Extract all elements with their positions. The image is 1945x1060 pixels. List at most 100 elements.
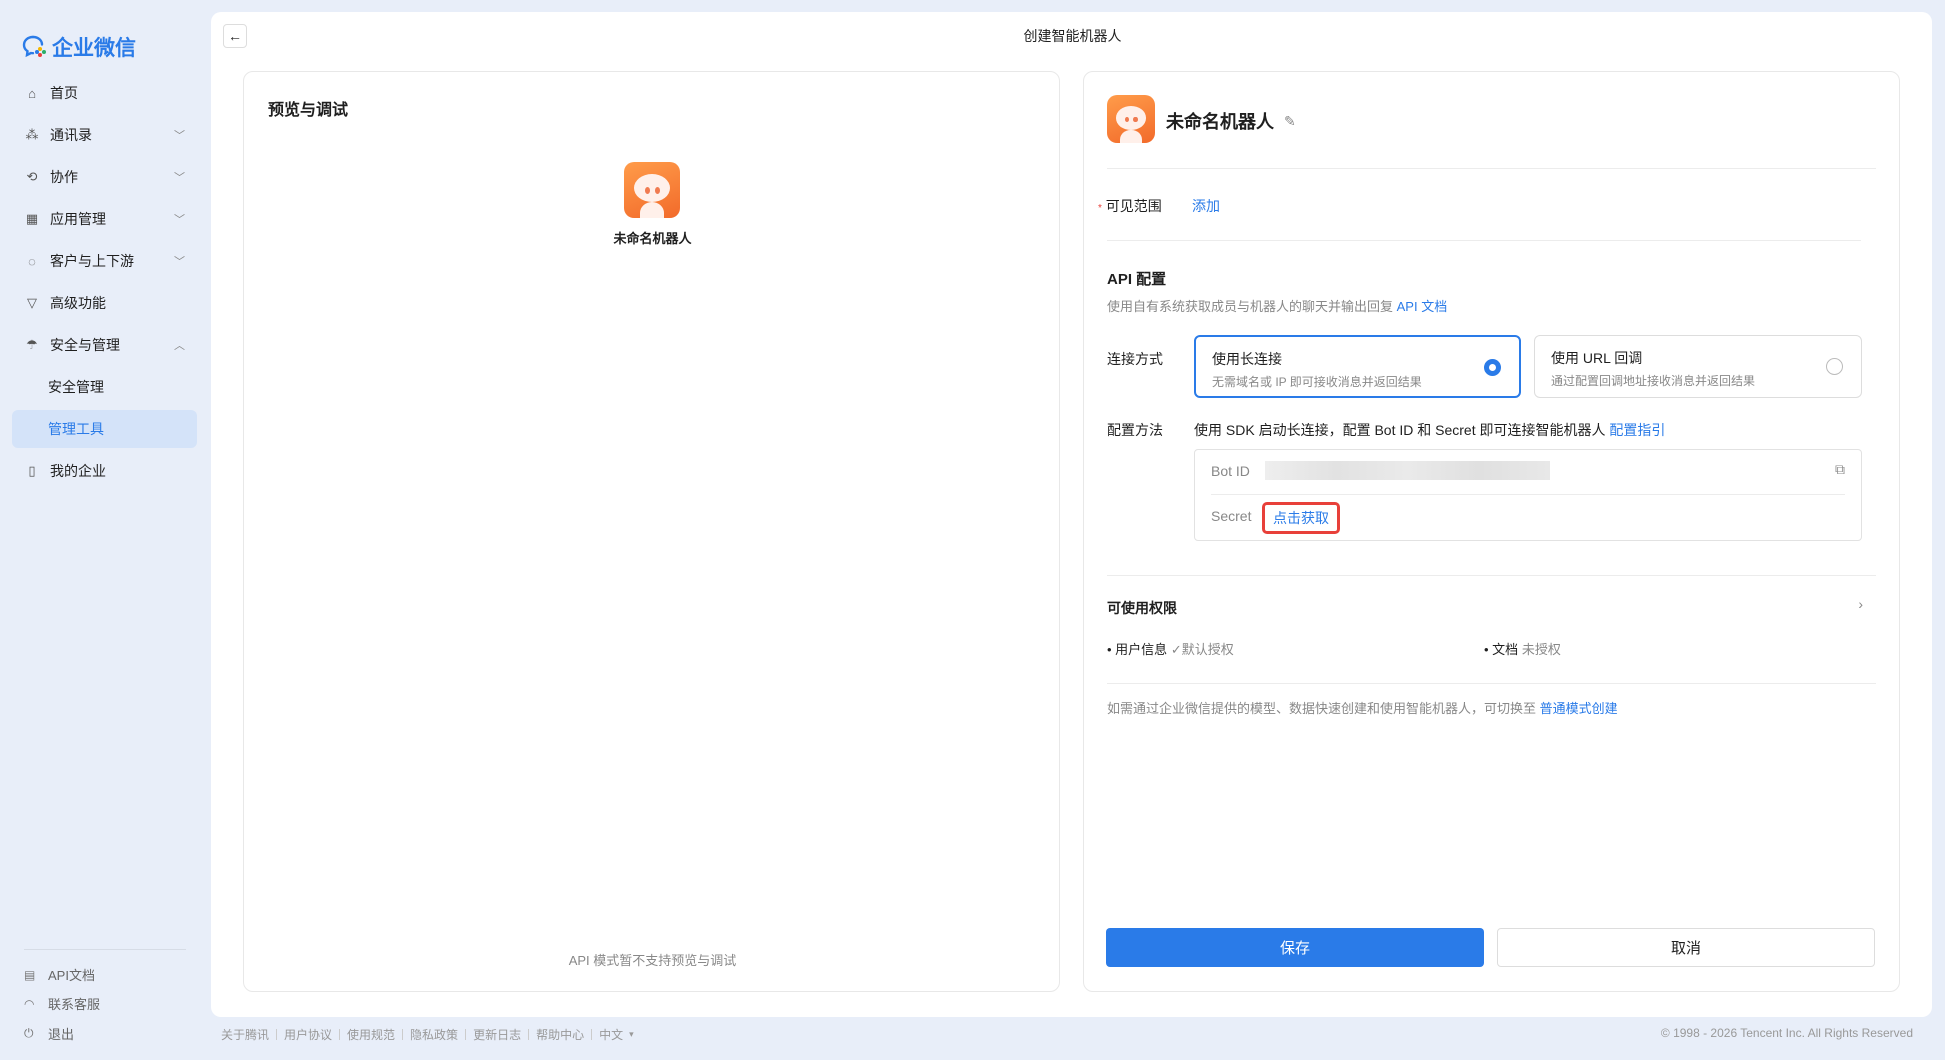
sidebar-item-label: 协作 [50, 169, 78, 185]
radio-selected[interactable] [1484, 359, 1501, 376]
chevron-right-icon[interactable]: › [1858, 596, 1863, 612]
footer-link[interactable]: 隐私政策 [410, 1026, 458, 1043]
option-title: 使用 URL 回调 [1551, 350, 1643, 366]
page-title: 创建智能机器人 [1023, 28, 1122, 44]
robot-avatar [624, 162, 680, 218]
sidebar-item-label: 管理工具 [48, 421, 104, 437]
sidebar-item-label: 安全管理 [48, 379, 104, 395]
building-icon: ▯ [28, 463, 36, 478]
power-icon: ⏻ [24, 1026, 34, 1040]
sidebar-divider [24, 949, 186, 950]
advanced-icon: ▽ [27, 295, 37, 310]
option-desc: 通过配置回调地址接收消息并返回结果 [1551, 374, 1756, 388]
sidebar-item-label: 客户与上下游 [50, 253, 134, 269]
chevron-down-icon: ﹀ [174, 172, 185, 184]
cancel-button[interactable]: 取消 [1497, 928, 1875, 967]
preview-title: 预览与调试 [268, 102, 349, 119]
option-long-connection[interactable]: 使用长连接 无需域名或 IP 即可接收消息并返回结果 [1194, 335, 1521, 398]
visibility-add-link[interactable]: 添加 [1192, 196, 1220, 216]
permission-name: 用户信息 [1115, 642, 1168, 657]
secret-label: Secret [1211, 508, 1252, 524]
label: 联系客服 [48, 997, 101, 1012]
bot-name: 未命名机器人 [1166, 112, 1274, 132]
copy-icon[interactable]: ⧉ [1835, 461, 1845, 478]
divider [1107, 240, 1861, 241]
divider [1107, 575, 1876, 576]
sidebar-item-security-manage[interactable]: 安全管理 [12, 368, 197, 406]
radio-unselected[interactable] [1826, 358, 1843, 375]
bot-id-value-blurred [1265, 461, 1550, 480]
option-url-callback[interactable]: 使用 URL 回调 通过配置回调地址接收消息并返回结果 [1534, 335, 1862, 398]
chat-icon: ◌ [28, 253, 36, 269]
footer-link[interactable]: 更新日志 [473, 1026, 521, 1043]
footer-link[interactable]: 帮助中心 [536, 1026, 584, 1043]
footer-link[interactable]: 用户协议 [284, 1026, 332, 1043]
visibility-label: 可见范围 [1105, 198, 1162, 214]
preview-notice: API 模式暂不支持预览与调试 [568, 953, 737, 968]
language-select[interactable]: 中文 [599, 1026, 623, 1043]
divider [1211, 494, 1845, 495]
permission-status: 未授权 [1521, 642, 1561, 657]
option-desc: 无需域名或 IP 即可接收消息并返回结果 [1212, 375, 1422, 389]
mode-note: 如需通过企业微信提供的模型、数据快速创建和使用智能机器人，可切换至 [1107, 701, 1537, 716]
label: 退出 [48, 1027, 75, 1042]
edit-icon[interactable]: ✎ [1284, 113, 1296, 130]
chevron-down-icon: ▾ [629, 1029, 634, 1039]
preview-bot-name: 未命名机器人 [613, 231, 692, 246]
collab-icon: ⟲ [26, 169, 38, 184]
sidebar-item-label: 通讯录 [50, 127, 92, 143]
api-docs-link[interactable]: API 文档 [1397, 299, 1448, 314]
permission-status: ✓默认授权 [1170, 642, 1234, 657]
footer-links: 关于腾讯 用户协议 使用规范 隐私政策 更新日志 帮助中心 中文 ▾ [221, 1026, 634, 1043]
sidebar-item-manage-tools[interactable]: 管理工具 [12, 410, 197, 448]
option-title: 使用长连接 [1212, 351, 1282, 367]
divider [1107, 683, 1876, 684]
method-label: 配置方法 [1107, 422, 1163, 438]
sidebar-item-apps[interactable]: ▦ 应用管理 ﹀ [12, 200, 197, 238]
method-text: 使用 SDK 启动长连接，配置 Bot ID 和 Secret 即可连接智能机器… [1194, 422, 1606, 438]
sidebar-item-label: 我的企业 [50, 463, 106, 479]
copyright: © 1998 - 2026 Tencent Inc. All Rights Re… [1660, 1026, 1913, 1040]
sidebar-item-customers[interactable]: ◌ 客户与上下游 ﹀ [12, 242, 197, 280]
sidebar-item-advanced[interactable]: ▽ 高级功能 [12, 284, 197, 322]
sidebar-item-label: 首页 [50, 85, 78, 101]
required-mark: * [1098, 203, 1102, 214]
api-config-title: API 配置 [1107, 271, 1167, 288]
permissions-title: 可使用权限 [1107, 600, 1177, 616]
permission-docs: • 文档 未授权 [1484, 642, 1561, 657]
sidebar-item-contacts[interactable]: ⁂ 通讯录 ﹀ [12, 116, 197, 154]
apps-icon: ▦ [25, 211, 39, 226]
divider [1107, 168, 1876, 169]
config-guide-link[interactable]: 配置指引 [1609, 422, 1665, 438]
permission-name: 文档 [1492, 642, 1519, 657]
chevron-up-icon: ︿ [174, 340, 185, 352]
sidebar-item-label: 高级功能 [50, 295, 106, 311]
home-icon: ⌂ [28, 85, 36, 101]
footer-link[interactable]: 使用规范 [347, 1026, 395, 1043]
sidebar-item-my-company[interactable]: ▯ 我的企业 [12, 452, 197, 490]
api-desc: 使用自有系统获取成员与机器人的聊天并输出回复 [1107, 299, 1394, 314]
sidebar-item-collab[interactable]: ⟲ 协作 ﹀ [12, 158, 197, 196]
connection-label: 连接方式 [1107, 351, 1163, 367]
label: API文档 [48, 968, 95, 983]
footer-link[interactable]: 关于腾讯 [221, 1026, 269, 1043]
credentials-box: Bot ID ⧉ Secret 点击获取 [1194, 449, 1862, 541]
save-button[interactable]: 保存 [1106, 928, 1484, 967]
get-secret-link[interactable]: 点击获取 [1262, 502, 1340, 534]
sidebar-api-docs[interactable]: ▤ API文档 [24, 965, 95, 984]
permission-user-info: • 用户信息 ✓默认授权 [1107, 642, 1234, 657]
normal-mode-link[interactable]: 普通模式创建 [1540, 701, 1618, 716]
config-panel: 未命名机器人 ✎ * 可见范围 添加 API 配置 使用自有系统获取成员与机器人… [1083, 71, 1900, 992]
headset-icon: ◠ [24, 996, 35, 1011]
sidebar-item-security[interactable]: ☂ 安全与管理 ︿ [12, 326, 197, 364]
sidebar-item-home[interactable]: ⌂ 首页 [12, 74, 197, 112]
sidebar-contact-support[interactable]: ◠ 联系客服 [24, 994, 100, 1013]
org-icon: ⁂ [25, 127, 39, 142]
bot-id-label: Bot ID [1211, 463, 1250, 479]
robot-avatar[interactable] [1107, 95, 1155, 143]
chevron-down-icon: ﹀ [174, 256, 185, 268]
doc-icon: ▤ [24, 967, 36, 982]
sidebar-item-label: 应用管理 [50, 211, 106, 227]
sidebar-logout[interactable]: ⏻ 退出 [24, 1024, 74, 1043]
preview-panel: 预览与调试 未命名机器人 API 模式暂不支持预览与调试 [243, 71, 1060, 992]
